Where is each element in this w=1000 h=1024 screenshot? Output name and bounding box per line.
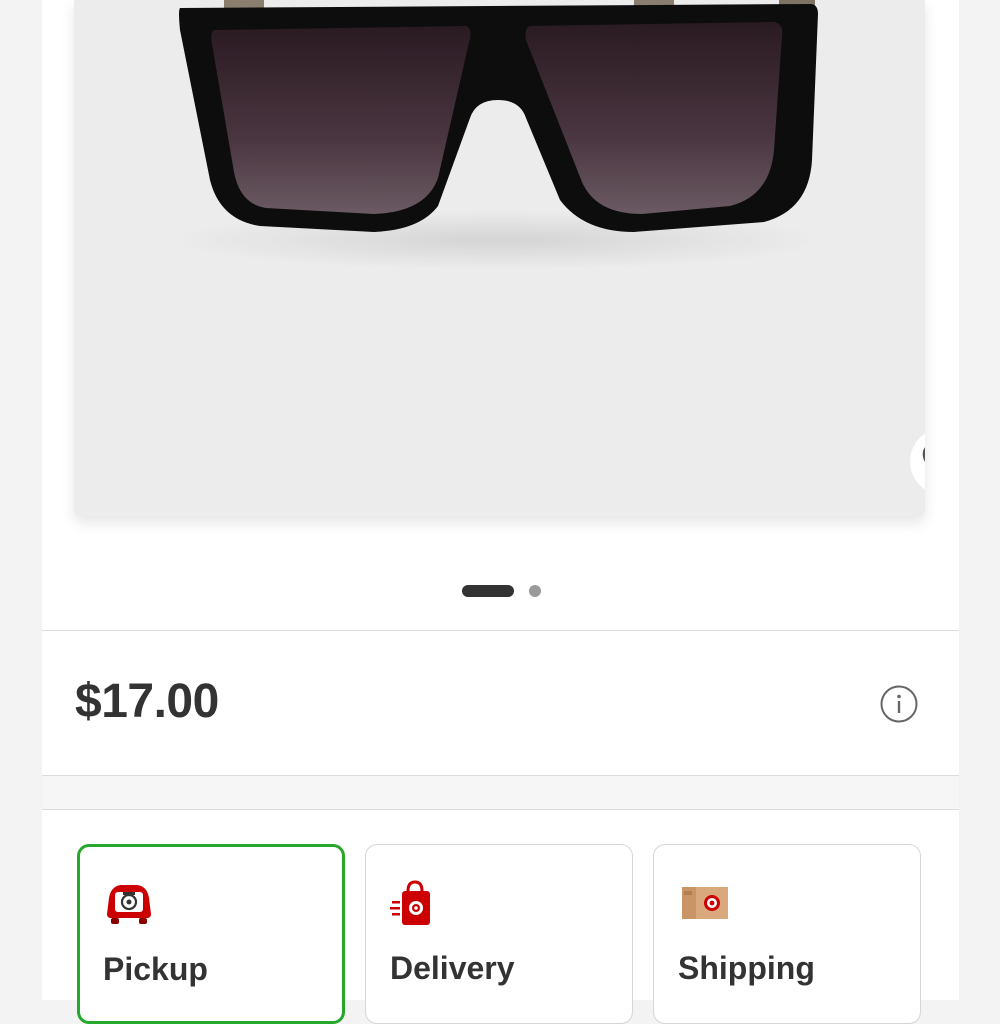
product-image[interactable] <box>74 0 925 517</box>
fulfillment-label: Delivery <box>390 950 515 986</box>
fulfillment-option-pickup[interactable]: Pickup <box>77 844 345 1024</box>
fulfillment-option-delivery[interactable]: Delivery <box>365 844 633 1024</box>
product-price: $17.00 <box>75 675 219 728</box>
info-circle-icon <box>880 685 918 723</box>
heart-outline-icon <box>922 446 925 463</box>
divider <box>42 809 959 810</box>
sunglasses-image <box>168 0 828 270</box>
fulfillment-label: Pickup <box>103 951 208 987</box>
delivery-bag-icon <box>390 880 430 925</box>
fulfillment-label: Shipping <box>678 950 815 986</box>
carousel-dot-active[interactable] <box>462 585 514 597</box>
price-info-button[interactable] <box>878 683 920 725</box>
fulfillment-option-shipping[interactable]: Shipping <box>653 844 921 1024</box>
divider <box>42 630 959 631</box>
pickup-car-icon <box>107 885 151 924</box>
shipping-box-icon <box>682 887 728 919</box>
section-separator <box>42 776 959 810</box>
image-carousel-indicator <box>462 585 542 597</box>
carousel-dot[interactable] <box>529 585 541 597</box>
